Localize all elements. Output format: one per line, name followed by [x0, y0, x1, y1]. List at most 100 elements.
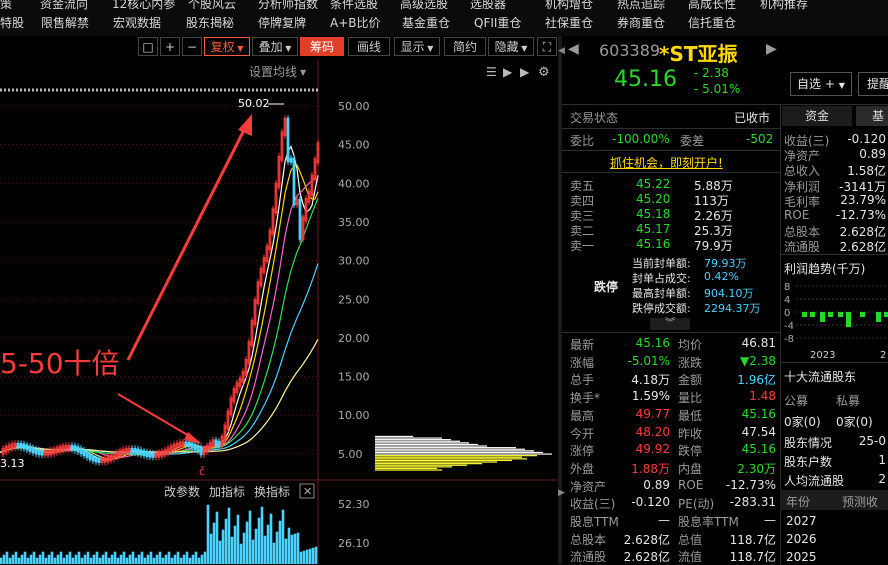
- tab-zijin[interactable]: 资金: [782, 106, 852, 126]
- nav-item[interactable]: 宏观数据: [113, 14, 161, 31]
- holder-row-label[interactable]: 股东情况: [784, 434, 832, 451]
- nav-item[interactable]: 选股器: [470, 0, 506, 12]
- stat-label: 流值: [678, 550, 703, 565]
- holder-row-value: 2: [878, 472, 886, 486]
- huaxian-button[interactable]: 画线: [348, 37, 390, 56]
- limit-down-label: 跌停: [594, 280, 619, 294]
- fuquan-label: 复权: [210, 40, 235, 54]
- nav-item[interactable]: 停牌复牌: [258, 14, 306, 31]
- stat-value: -0.120: [631, 495, 670, 510]
- nav-item[interactable]: 分析师指数: [258, 0, 318, 12]
- fin-value: 2.628亿: [839, 240, 886, 255]
- nav-item[interactable]: 资金流向: [40, 0, 88, 12]
- nav-item[interactable]: 基金重仓: [402, 14, 450, 31]
- profit-tick: 0: [784, 308, 790, 319]
- chip-bar: [375, 442, 469, 444]
- promo-link[interactable]: 抓住机会，即刻开户!: [610, 154, 723, 171]
- stat-value: 2.30万: [737, 461, 776, 476]
- nav-item[interactable]: 高成长性: [688, 0, 736, 12]
- volume-bar: [302, 550, 306, 564]
- volume-bar: [14, 551, 18, 564]
- alert-button[interactable]: 提醒: [858, 72, 888, 96]
- chip-bar: [375, 447, 516, 449]
- prev-stock-button[interactable]: ◀: [568, 41, 579, 57]
- indicator-button[interactable]: 换指标: [254, 484, 290, 499]
- fund-tab[interactable]: 公募: [784, 392, 808, 409]
- stat-value: 4.18万: [631, 373, 670, 388]
- jianyue-button[interactable]: 简约: [444, 37, 486, 56]
- volume-bar: [158, 551, 162, 564]
- stat-value: 45.16: [635, 336, 670, 350]
- stat-label: 股息率TTM: [678, 515, 739, 529]
- volume-bar: [287, 527, 291, 564]
- nav-item[interactable]: 12核心内参: [112, 0, 175, 12]
- nav-item[interactable]: A+B比价: [330, 14, 381, 31]
- holder-row-label[interactable]: 人均流通股: [784, 472, 844, 489]
- nav-item[interactable]: 策: [0, 0, 12, 12]
- triangle-down-icon: ▼: [282, 44, 292, 53]
- play-icon[interactable]: ▶: [503, 65, 513, 79]
- lock-button[interactable]: □: [138, 37, 158, 56]
- candle-body: [298, 198, 302, 240]
- nav-item[interactable]: QFII重仓: [474, 14, 521, 31]
- volume-bar: [38, 554, 42, 564]
- volume-bar: [206, 504, 210, 564]
- collapse-chevron-icon[interactable]: ︾: [650, 318, 690, 330]
- nav-item[interactable]: 特股: [0, 14, 24, 31]
- stat-value: 47.54: [741, 424, 776, 439]
- yincang-dropdown[interactable]: 隐藏 ▼: [488, 37, 534, 56]
- nav-item[interactable]: 个股风云: [188, 0, 236, 12]
- settings-ma-link[interactable]: 设置均线: [249, 65, 297, 79]
- nav-item[interactable]: 条件选股: [330, 0, 378, 12]
- triangle-down-icon: ▼: [424, 44, 434, 53]
- nav-item[interactable]: 机构推荐: [760, 0, 808, 12]
- xianshi-dropdown[interactable]: 显示 ▼: [394, 37, 440, 56]
- splitter-chevron-left-icon[interactable]: ◀: [558, 46, 565, 56]
- stat-value: 118.7亿: [729, 550, 776, 565]
- volume-bar: [230, 536, 234, 564]
- chip-bar: [375, 459, 512, 462]
- stat-label: 股息TTM: [570, 515, 619, 529]
- volume-bar: [116, 557, 120, 564]
- profit-tick: -4: [784, 321, 794, 332]
- stat-value: 1.59%: [631, 389, 670, 404]
- volume-bar: [32, 551, 36, 564]
- zoom-in-button[interactable]: +: [160, 37, 180, 56]
- price-change-pct: - 5.01%: [694, 82, 741, 96]
- fuquan-dropdown[interactable]: 复权 ▼: [204, 37, 250, 56]
- volume-bar: [86, 551, 90, 564]
- diejia-dropdown[interactable]: 叠加 ▼: [252, 37, 298, 56]
- nav-item[interactable]: 限售解禁: [41, 14, 89, 31]
- profit-trend-title: 利润趋势(千万): [784, 262, 866, 276]
- ask-level-label: 卖一: [570, 239, 595, 253]
- next-stock-button[interactable]: ▶: [766, 41, 777, 57]
- nav-item[interactable]: 热点追踪: [617, 0, 665, 12]
- nav-item[interactable]: 股东揭秘: [186, 14, 234, 31]
- nav-item[interactable]: 社保重仓: [545, 14, 593, 31]
- nav-item[interactable]: 机构增仓: [545, 0, 593, 12]
- indicator-button[interactable]: 加指标: [209, 484, 245, 499]
- nav-item[interactable]: 高级选股: [400, 0, 448, 12]
- volume-bar: [254, 528, 258, 564]
- limit-info-label: 最高封单额:: [632, 287, 691, 300]
- splitter-chevron-right-icon[interactable]: ▶: [558, 488, 565, 498]
- play-icon-2[interactable]: ▶: [520, 65, 530, 79]
- kline-chart[interactable]: 50.00 45.00 40.00 35.00 30.00 25.00 20.00 15.00…: [0, 60, 560, 564]
- watchlist-button[interactable]: 自选 + ▼: [790, 72, 852, 96]
- nav-item[interactable]: 信托重仓: [688, 14, 736, 31]
- holder-row-label[interactable]: 股东户数: [784, 453, 832, 470]
- volume-bar: [269, 513, 273, 564]
- tab-jiben[interactable]: 基: [856, 106, 888, 126]
- volume-bar: [113, 551, 117, 564]
- price-tick: 40.00: [338, 177, 370, 190]
- indicator-button[interactable]: 改参数: [164, 484, 200, 499]
- chouma-button[interactable]: 筹码: [300, 37, 344, 56]
- private-tab[interactable]: 私募: [836, 392, 860, 409]
- fullscreen-button[interactable]: ⛶: [537, 37, 557, 56]
- nav-item[interactable]: 券商重仓: [617, 14, 665, 31]
- panel-splitter[interactable]: [558, 36, 562, 564]
- draw-toolbar-icon[interactable]: ☰: [486, 65, 497, 79]
- price-tick: 10.00: [338, 409, 370, 422]
- zoom-out-button[interactable]: −: [182, 37, 202, 56]
- gear-icon[interactable]: ⚙: [538, 65, 550, 80]
